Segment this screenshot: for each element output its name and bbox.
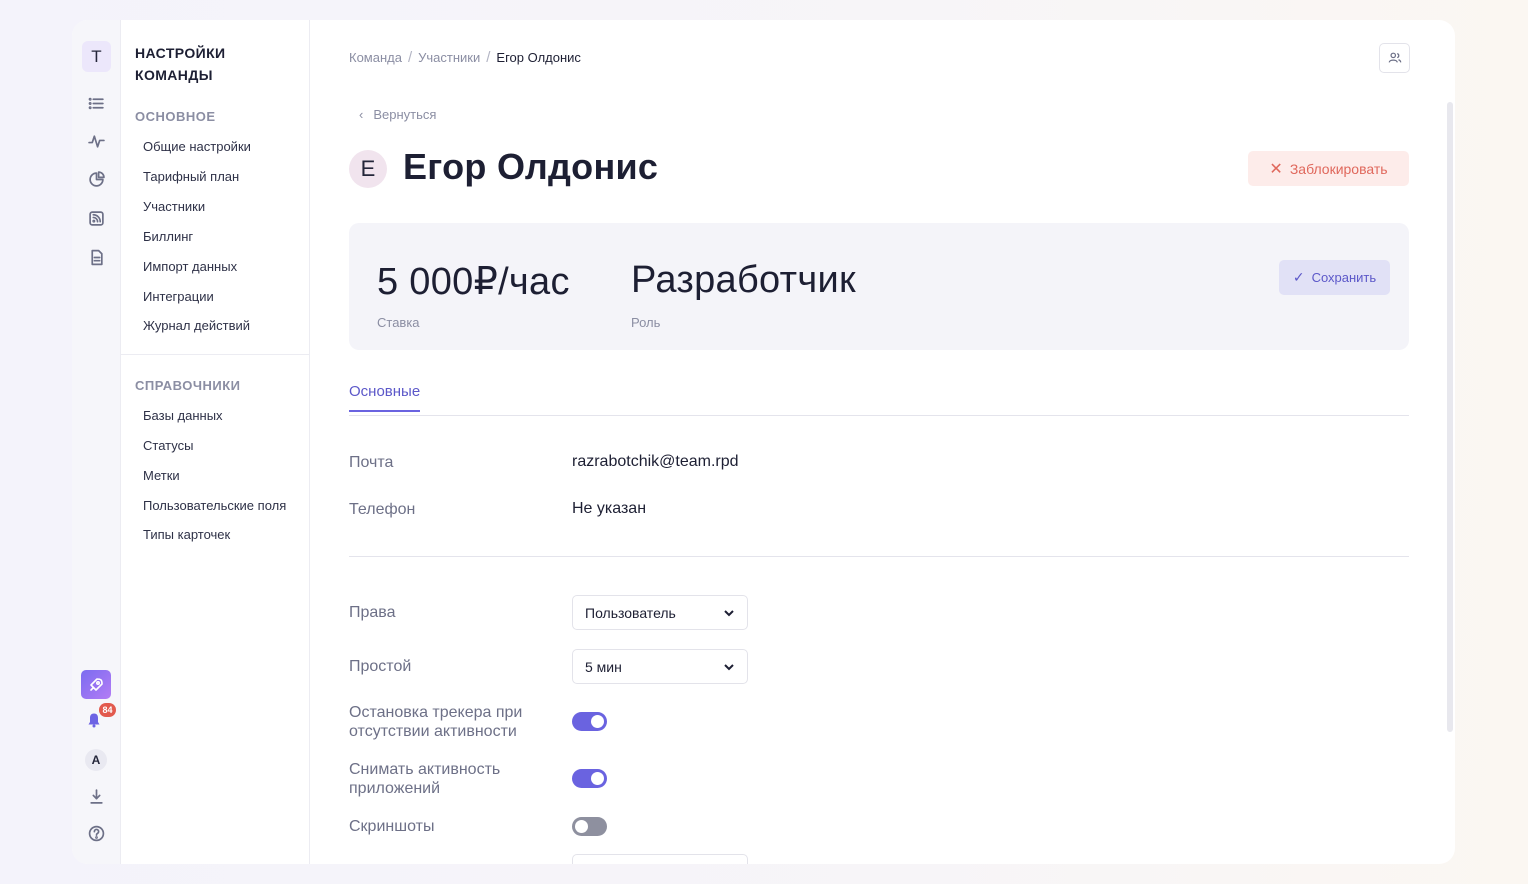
person-avatar: E <box>349 150 387 188</box>
download-icon[interactable] <box>84 784 108 808</box>
team-logo[interactable]: T <box>82 41 111 72</box>
sidebar-item-card-types[interactable]: Типы карточек <box>143 527 230 542</box>
app-activity-toggle[interactable] <box>572 769 607 788</box>
breadcrumb-separator: / <box>407 49 413 66</box>
document-icon[interactable] <box>84 245 108 269</box>
list-icon[interactable] <box>84 91 108 115</box>
pie-chart-icon[interactable] <box>84 167 108 191</box>
idle-select-value: 5 мин <box>585 658 622 675</box>
email-value: razrabotchik@team.rpd <box>572 453 739 470</box>
toggle-knob <box>575 820 588 833</box>
back-link[interactable]: ‹ Вернуться <box>359 107 436 122</box>
toggle-knob <box>591 715 604 728</box>
user-avatar[interactable]: A <box>85 749 107 771</box>
chevron-down-icon <box>724 663 734 670</box>
rights-select-value: Пользователь <box>585 604 676 621</box>
sidebar-divider <box>121 354 310 355</box>
sidebar-item-labels[interactable]: Метки <box>143 468 180 483</box>
scrollbar[interactable] <box>1447 102 1453 732</box>
sidebar-item-members[interactable]: Участники <box>143 199 205 214</box>
summary-card: 5 000₽/час Ставка Разработчик Роль ✓ Сохр… <box>349 223 1409 350</box>
app-window: T 84 A НАСТРОЙКИ КОМАНДЫ ОСНОВНОЕ Общие … <box>72 20 1455 864</box>
help-icon[interactable] <box>84 821 108 845</box>
breadcrumb-team[interactable]: Команда <box>349 50 402 65</box>
toggle-knob <box>591 772 604 785</box>
idle-label: Простой <box>349 658 412 675</box>
sidebar-section-main: ОСНОВНОЕ <box>135 109 216 124</box>
rate-value[interactable]: 5 000₽/час <box>377 259 570 304</box>
stop-tracker-label-line-2: отсутствии активности <box>349 723 517 740</box>
chevron-left-icon: ‹ <box>359 107 364 122</box>
sidebar-item-billing[interactable]: Биллинг <box>143 229 193 244</box>
bell-icon[interactable]: 84 <box>86 703 116 732</box>
role-value[interactable]: Разработчик <box>631 259 856 302</box>
section-divider <box>349 556 1409 557</box>
breadcrumb-members[interactable]: Участники <box>418 50 480 65</box>
app-activity-label-line-2: приложений <box>349 780 441 797</box>
notifications-badge: 84 <box>99 703 116 717</box>
breadcrumb-separator: / <box>486 49 491 66</box>
breadcrumb-current: Егор Олдонис <box>496 50 581 65</box>
members-button[interactable] <box>1379 43 1410 73</box>
tab-main[interactable]: Основные <box>349 383 421 412</box>
stop-tracker-label: Остановка трекера при отсутствии активно… <box>349 703 522 741</box>
app-activity-label: Снимать активность приложений <box>349 760 500 798</box>
stop-tracker-label-line-1: Остановка трекера при <box>349 704 523 721</box>
screenshots-label: Скриншоты <box>349 818 435 835</box>
email-label: Почта <box>349 454 394 471</box>
page-title: Егор Олдонис <box>403 146 659 187</box>
sidebar-item-integrations[interactable]: Интеграции <box>143 289 214 304</box>
activity-icon[interactable] <box>84 129 108 153</box>
breadcrumb: Команда / Участники / Егор Олдонис <box>349 49 581 66</box>
phone-value: Не указан <box>572 500 647 517</box>
idle-select[interactable]: 5 мин <box>572 649 748 684</box>
block-button[interactable]: ✕ Заблокировать <box>1248 151 1409 186</box>
sidebar-section-references: СПРАВОЧНИКИ <box>135 378 241 393</box>
rights-label: Права <box>349 604 396 621</box>
sidebar-item-databases[interactable]: Базы данных <box>143 408 223 423</box>
sidebar-title-line-1: НАСТРОЙКИ <box>135 45 226 61</box>
sidebar-item-statuses[interactable]: Статусы <box>143 438 193 453</box>
save-button-label: Сохранить <box>1311 270 1377 285</box>
rss-icon[interactable] <box>84 206 108 230</box>
rights-select[interactable]: Пользователь <box>572 595 748 630</box>
sidebar-item-custom-fields[interactable]: Пользовательские поля <box>143 498 286 513</box>
sidebar-title: НАСТРОЙКИ КОМАНДЫ <box>135 42 295 86</box>
back-label: Вернуться <box>373 107 437 122</box>
sidebar-title-line-2: КОМАНДЫ <box>135 67 213 83</box>
sidebar-item-plan[interactable]: Тарифный план <box>143 169 239 184</box>
icon-rail: T 84 A <box>72 20 121 864</box>
rate-label: Ставка <box>377 315 420 330</box>
block-button-label: Заблокировать <box>1289 160 1388 177</box>
stop-tracker-toggle[interactable] <box>572 712 607 731</box>
main-content: Команда / Участники / Егор Олдонис ‹ Вернутьс… <box>310 20 1455 864</box>
users-icon <box>1388 52 1401 63</box>
close-icon: ✕ <box>1269 160 1283 178</box>
sidebar-item-import[interactable]: Импорт данных <box>143 259 237 274</box>
settings-sidebar: НАСТРОЙКИ КОМАНДЫ ОСНОВНОЕ Общие настрой… <box>121 20 310 864</box>
role-label: Роль <box>631 315 661 330</box>
phone-label: Телефон <box>349 501 416 518</box>
rocket-icon[interactable] <box>81 670 111 699</box>
sidebar-item-log[interactable]: Журнал действий <box>143 318 250 333</box>
save-button[interactable]: ✓ Сохранить <box>1279 260 1390 295</box>
screenshots-toggle[interactable] <box>572 817 607 836</box>
tab-bar: Основные <box>349 383 1409 416</box>
app-activity-label-line-1: Снимать активность <box>349 761 501 778</box>
sidebar-item-general[interactable]: Общие настройки <box>143 139 251 154</box>
next-select[interactable] <box>572 854 748 864</box>
check-icon: ✓ <box>1292 269 1305 285</box>
chevron-down-icon <box>724 609 734 616</box>
